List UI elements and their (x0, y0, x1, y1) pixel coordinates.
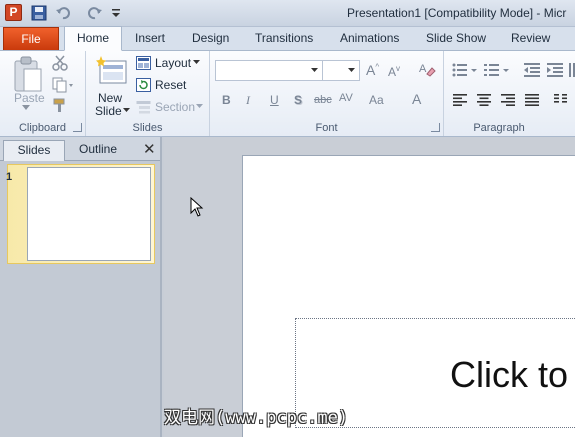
save-icon[interactable] (30, 4, 48, 22)
undo-icon[interactable] (54, 4, 72, 22)
ribbon-tab-row: File Home Insert Design Transitions Anim… (0, 26, 575, 51)
section-icon[interactable] (136, 100, 151, 114)
cut-icon[interactable] (52, 55, 68, 71)
paste-icon[interactable] (12, 55, 44, 95)
copy-icon[interactable] (52, 77, 74, 93)
title-bar: P Presentation1 [Compatibility Mode] - M… (0, 0, 575, 27)
italic-button[interactable]: I (246, 93, 250, 108)
reset-button[interactable]: Reset (155, 78, 186, 92)
paste-dropdown-icon[interactable] (22, 105, 30, 111)
increase-indent-icon[interactable] (547, 63, 563, 77)
clear-formatting-icon[interactable]: A (418, 60, 436, 78)
tab-review[interactable]: Review (511, 31, 550, 45)
svg-text:A: A (419, 63, 427, 75)
customize-toolbar-icon[interactable] (110, 4, 122, 22)
watermark-text: 双电网(www.pcpc.me) (164, 408, 349, 428)
clipboard-group: Paste Clipboard (0, 51, 86, 136)
slides-panel: Slides Outline ✕ 1 (0, 137, 162, 437)
tab-home[interactable]: Home (64, 26, 123, 51)
new-slide-label-line1[interactable]: New (98, 91, 122, 105)
tab-design[interactable]: Design (192, 31, 229, 45)
numbering-icon[interactable] (484, 63, 510, 77)
font-name-input[interactable] (215, 60, 323, 81)
slides-group: New Slide Layout Reset Section Slides (86, 51, 210, 136)
bold-button[interactable]: B (222, 93, 231, 107)
slide-thumbnail[interactable] (27, 167, 151, 261)
shrink-font-icon[interactable]: Av (388, 64, 400, 79)
tab-slide-show[interactable]: Slide Show (426, 31, 486, 45)
paste-label[interactable]: Paste (14, 91, 45, 105)
layout-dropdown-icon[interactable] (193, 60, 200, 65)
align-left-icon[interactable] (453, 94, 467, 106)
tab-transitions[interactable]: Transitions (255, 31, 313, 45)
change-case-button[interactable]: Aa (369, 93, 384, 107)
slide-number: 1 (6, 171, 13, 183)
tab-file[interactable]: File (3, 27, 59, 50)
character-spacing-button[interactable]: AV (339, 92, 353, 104)
tab-slides[interactable]: Slides (3, 140, 65, 161)
window-title: Presentation1 [Compatibility Mode] - Mic… (347, 6, 567, 20)
ribbon: Paste Clipboard New Slide Layout Reset S… (0, 51, 575, 137)
font-group: A^ Av A B I U S abc AV Aa A Font (210, 51, 444, 136)
columns-icon[interactable] (554, 94, 568, 106)
grow-font-icon[interactable]: A^ (366, 62, 379, 78)
justify-icon[interactable] (525, 94, 539, 106)
underline-button[interactable]: U (270, 93, 279, 107)
new-slide-dropdown-icon[interactable] (123, 108, 130, 113)
font-name-dropdown-icon[interactable] (311, 68, 318, 73)
redo-icon[interactable] (86, 4, 104, 22)
new-slide-icon[interactable] (94, 55, 128, 87)
paragraph-group: Paragraph (444, 51, 575, 136)
paragraph-group-label: Paragraph (473, 122, 525, 134)
reset-icon[interactable] (136, 78, 151, 92)
font-color-button[interactable]: A (412, 91, 421, 107)
font-group-label: Font (315, 122, 338, 134)
clipboard-launcher-icon[interactable] (73, 123, 82, 132)
font-size-input[interactable] (322, 60, 360, 81)
shadow-button[interactable]: S (294, 93, 302, 107)
close-icon[interactable]: ✕ (143, 140, 156, 158)
slide-canvas[interactable]: Click to (242, 155, 575, 437)
mouse-pointer-icon (190, 197, 204, 217)
tab-insert[interactable]: Insert (135, 31, 165, 45)
slide-editing-area: Click to (164, 137, 575, 437)
section-button[interactable]: Section (155, 100, 195, 114)
tab-outline[interactable]: Outline (67, 140, 129, 161)
align-right-icon[interactable] (501, 94, 515, 106)
panel-tabs: Slides Outline ✕ (0, 137, 160, 161)
strikethrough-button[interactable]: abc (314, 94, 332, 106)
layout-icon[interactable] (136, 56, 151, 70)
section-dropdown-icon[interactable] (196, 104, 203, 109)
decrease-indent-icon[interactable] (524, 63, 540, 77)
placeholder-text: Click to (450, 354, 569, 395)
layout-button[interactable]: Layout (155, 56, 191, 70)
font-launcher-icon[interactable] (431, 123, 440, 132)
bullets-icon[interactable] (452, 63, 478, 77)
powerpoint-app-icon[interactable]: P (5, 4, 22, 21)
tab-animations[interactable]: Animations (340, 31, 399, 45)
align-center-icon[interactable] (477, 94, 491, 106)
new-slide-label-line2[interactable]: Slide (95, 104, 122, 118)
text-direction-icon[interactable] (569, 63, 575, 77)
slides-group-label: Slides (132, 122, 163, 134)
format-painter-icon[interactable] (52, 97, 68, 113)
font-size-dropdown-icon[interactable] (348, 68, 355, 73)
